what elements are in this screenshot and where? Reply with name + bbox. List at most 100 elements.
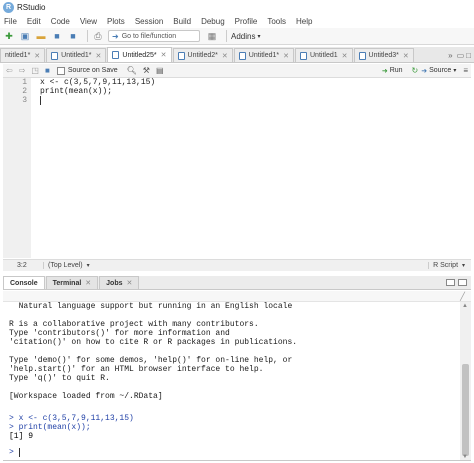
- chevron-down-icon: ▾: [257, 33, 261, 40]
- close-icon[interactable]: ✕: [96, 52, 102, 60]
- tab-terminal[interactable]: Terminal ✕: [45, 276, 99, 289]
- print-icon[interactable]: ⎙: [92, 30, 104, 42]
- minimize-icon[interactable]: ▭: [457, 51, 465, 60]
- tab-console[interactable]: Console: [3, 276, 45, 289]
- tab-label: Terminal: [52, 279, 82, 287]
- close-icon[interactable]: ✕: [283, 52, 289, 60]
- new-file-icon[interactable]: ✚: [3, 30, 15, 42]
- scope-dropdown[interactable]: (Top Level) ▾: [43, 262, 90, 269]
- console-line: Natural language support but running in …: [9, 302, 293, 311]
- menu-view[interactable]: View: [80, 17, 97, 26]
- console-line: 'citation()' on how to cite R or R packa…: [9, 338, 298, 347]
- close-icon[interactable]: ✕: [34, 52, 40, 60]
- compile-report-icon[interactable]: ▤: [156, 66, 164, 75]
- run-arrow-icon: ➜: [381, 67, 388, 75]
- console-prompt[interactable]: >: [9, 448, 14, 457]
- console-line: R is a collaborative project with many c…: [9, 320, 259, 329]
- save-icon[interactable]: ■: [45, 66, 50, 75]
- menu-help[interactable]: Help: [296, 17, 312, 26]
- toolbar-divider: [226, 30, 227, 42]
- chevron-right-icon[interactable]: »: [448, 51, 452, 60]
- console-path-bar: ╱: [3, 291, 471, 302]
- menu-tools[interactable]: Tools: [267, 17, 286, 26]
- close-icon[interactable]: ✕: [342, 52, 348, 60]
- go-to-placeholder: Go to file/function: [121, 32, 177, 40]
- chevron-down-icon[interactable]: ▾: [453, 67, 456, 74]
- console-output[interactable]: Natural language support but running in …: [3, 302, 460, 460]
- editor-tab[interactable]: Untitled3* ✕: [353, 48, 414, 62]
- rstudio-logo-icon: R: [3, 2, 14, 13]
- pane-window-controls: [443, 276, 467, 289]
- text-cursor: [40, 96, 41, 105]
- maximize-icon[interactable]: □: [466, 51, 471, 60]
- line-number: 2: [22, 87, 27, 96]
- open-file-icon[interactable]: ▬: [35, 30, 47, 42]
- menu-plots[interactable]: Plots: [107, 17, 125, 26]
- search-icon[interactable]: 🔍︎: [127, 66, 137, 75]
- console-scrollbar[interactable]: ▲ ▼: [460, 302, 471, 460]
- run-button[interactable]: ➜ Run: [382, 67, 403, 75]
- new-project-icon[interactable]: ▣: [19, 30, 31, 42]
- console-line: Type 'demo()' for some demos, 'help()' f…: [9, 356, 293, 365]
- scroll-up-icon[interactable]: ▲: [462, 303, 468, 309]
- console-tab-bar: Console Terminal ✕ Jobs ✕: [3, 276, 471, 290]
- source-button[interactable]: ➜ Source ▾: [421, 67, 456, 75]
- editor-tab[interactable]: Untitled1 ✕: [295, 48, 353, 62]
- code-editor[interactable]: 1 2 3 x <- c(3,5,7,9,11,13,15) print(mea…: [3, 78, 471, 258]
- minimize-pane-icon[interactable]: [446, 279, 455, 286]
- console-line: Type 'q()' to quit R.: [9, 374, 110, 383]
- menu-profile[interactable]: Profile: [235, 17, 258, 26]
- tab-jobs[interactable]: Jobs ✕: [99, 276, 140, 289]
- editor-tab[interactable]: Untitled2* ✕: [172, 48, 233, 62]
- console-line: Type 'contributors()' for more informati…: [9, 329, 230, 338]
- source-on-save-checkbox[interactable]: [56, 66, 65, 75]
- code-line: print(mean(x));: [40, 87, 113, 96]
- addins-dropdown[interactable]: Addins ▾: [231, 32, 260, 41]
- menu-debug[interactable]: Debug: [201, 17, 225, 26]
- maximize-pane-icon[interactable]: [458, 279, 467, 286]
- code-tools-icon[interactable]: ⚒: [143, 66, 150, 75]
- cursor-position: 3:2: [17, 262, 27, 269]
- editor-tab-active[interactable]: Untitled25* ✕: [107, 47, 172, 62]
- editor-tab[interactable]: Untitled1* ✕: [46, 48, 107, 62]
- close-icon[interactable]: ✕: [127, 279, 133, 287]
- document-outline-icon[interactable]: ≡: [463, 66, 468, 75]
- line-number: 3: [22, 96, 27, 105]
- editor-status-bar: 3:2 (Top Level) ▾ R Script ▾: [3, 259, 471, 271]
- console-line: [Workspace loaded from ~/.RData]: [9, 392, 163, 401]
- save-icon[interactable]: ■: [51, 30, 63, 42]
- save-all-icon[interactable]: ■: [67, 30, 79, 42]
- menu-code[interactable]: Code: [51, 17, 70, 26]
- show-in-window-icon[interactable]: ◳: [31, 66, 39, 75]
- menu-session[interactable]: Session: [135, 17, 163, 26]
- clear-console-icon[interactable]: ╱: [460, 292, 465, 301]
- file-type-dropdown[interactable]: R Script ▾: [428, 262, 471, 269]
- menu-edit[interactable]: Edit: [27, 17, 41, 26]
- title-bar: R RStudio: [0, 0, 474, 15]
- menu-file[interactable]: File: [4, 17, 17, 26]
- tab-overflow-nav: » ▭ □: [445, 48, 474, 62]
- tab-label: ntitled1*: [5, 52, 31, 59]
- menu-build[interactable]: Build: [173, 17, 191, 26]
- toolbar-divider: [87, 30, 88, 42]
- console-line: 'help.start()' for an HTML browser inter…: [9, 365, 264, 374]
- source-arrow-icon: ➜: [421, 67, 428, 75]
- editor-tab[interactable]: Untitled1* ✕: [233, 48, 294, 62]
- r-script-icon: [238, 51, 246, 60]
- tab-label: Untitled3*: [368, 52, 399, 59]
- code-line: x <- c(3,5,7,9,11,13,15): [40, 78, 156, 87]
- r-script-icon: [177, 51, 185, 60]
- back-arrow-icon[interactable]: ⇦: [6, 66, 13, 75]
- scrollbar-thumb[interactable]: [462, 364, 469, 456]
- close-icon[interactable]: ✕: [85, 279, 91, 287]
- rerun-icon[interactable]: ↻: [412, 66, 419, 75]
- close-icon[interactable]: ✕: [222, 52, 228, 60]
- r-script-icon: [112, 51, 120, 59]
- go-to-file-input[interactable]: ➜ Go to file/function: [108, 30, 200, 42]
- grid-layout-icon[interactable]: ▦: [206, 30, 218, 42]
- editor-tab[interactable]: ntitled1* ✕: [0, 48, 46, 62]
- close-icon[interactable]: ✕: [403, 52, 409, 60]
- tab-label: Untitled1*: [248, 52, 280, 59]
- close-icon[interactable]: ✕: [161, 51, 167, 59]
- forward-arrow-icon[interactable]: ⇨: [19, 66, 26, 75]
